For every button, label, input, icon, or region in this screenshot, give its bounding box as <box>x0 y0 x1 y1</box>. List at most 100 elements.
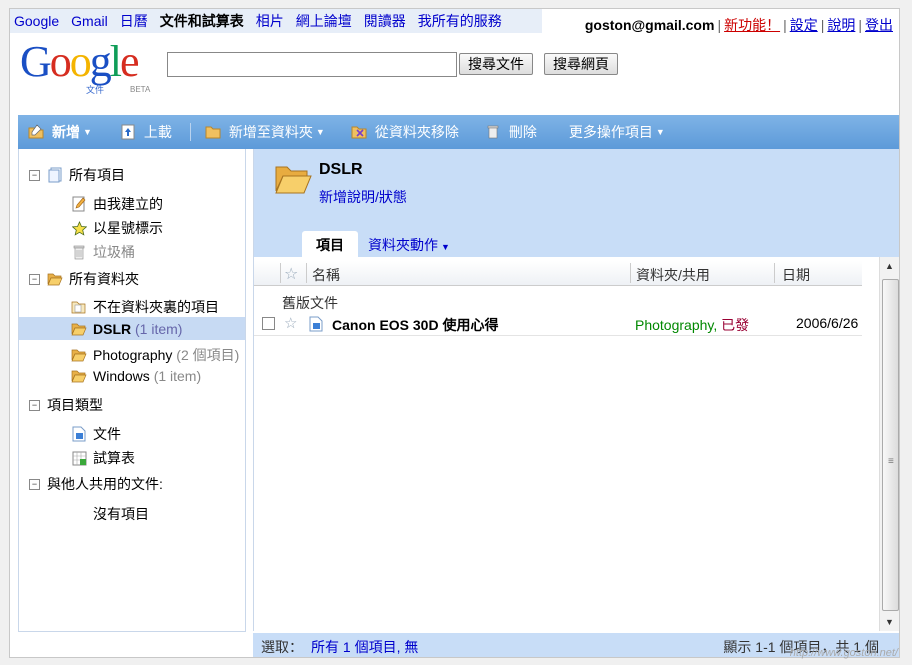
settings-link[interactable]: 設定 <box>790 17 818 33</box>
nav-all-services[interactable]: 我所有的服務 <box>418 11 502 31</box>
sidebar-folder-photography[interactable]: Photography (2 個項目) <box>71 345 239 365</box>
logo-beta: BETA <box>130 85 151 94</box>
search-web-button[interactable]: 搜尋網頁 <box>544 53 618 75</box>
select-links[interactable]: 所有 1 個項目, 無 <box>311 637 418 657</box>
document-name[interactable]: Canon EOS 30D 使用心得 <box>332 315 498 335</box>
nav-google[interactable]: Google <box>14 13 59 29</box>
open-folder-icon <box>71 347 87 363</box>
remove-from-folder-button[interactable]: 從資料夾移除 <box>351 122 459 142</box>
new-features-link[interactable]: 新功能！ <box>724 17 780 33</box>
upload-button[interactable]: 上載 <box>120 122 172 142</box>
toolbar: 新增 ▼ 上載 新增至資料夾 ▼ 從資料夾移除 刪除 更多操作項目 ▼ <box>18 115 899 149</box>
group-label: 舊版文件 <box>282 295 338 311</box>
sidebar-type-sheet[interactable]: 試算表 <box>71 448 135 468</box>
chevron-down-icon: ▼ <box>315 127 325 137</box>
add-to-folder-label: 新增至資料夾 <box>228 124 313 140</box>
column-name[interactable]: 名稱 <box>312 265 340 285</box>
sidebar-not-in-folder-label: 不在資料夾裏的項目 <box>93 299 219 315</box>
sidebar-no-items-label: 沒有項目 <box>93 506 149 522</box>
table-row[interactable]: ☆ Canon EOS 30D 使用心得 Photography, 已發 200… <box>254 313 862 336</box>
pencil-doc-icon <box>71 196 87 212</box>
tab-items[interactable]: 項目 <box>302 231 358 257</box>
scrollbar-thumb[interactable]: ≡ <box>882 279 899 611</box>
column-divider <box>280 263 281 283</box>
sidebar-folder-windows[interactable]: Windows (1 item) <box>71 368 201 384</box>
folder-header: DSLR 新增說明/狀態 項目 資料夾動作 ▼ <box>254 149 899 257</box>
trash-icon <box>485 124 501 140</box>
new-button[interactable]: 新增 ▼ <box>28 122 92 142</box>
column-date[interactable]: 日期 <box>782 265 810 285</box>
delete-button[interactable]: 刪除 <box>485 122 537 142</box>
sidebar-shared-label: 與他人共用的文件: <box>47 476 163 492</box>
search-input[interactable] <box>167 52 457 77</box>
user-email: goston@gmail.com <box>584 17 715 33</box>
nav-photos[interactable]: 相片 <box>256 11 284 31</box>
upload-icon <box>120 124 136 140</box>
upload-label: 上載 <box>143 124 172 140</box>
sidebar-created-by-me[interactable]: 由我建立的 <box>71 194 163 214</box>
sidebar-all-items-label: 所有項目 <box>69 167 125 183</box>
toolbar-divider <box>189 123 191 141</box>
sidebar-shared-with-others[interactable]: − 與他人共用的文件: <box>29 474 163 494</box>
collapse-toggle[interactable]: − <box>29 478 40 490</box>
sidebar-item-types[interactable]: − 項目類型 <box>29 395 103 415</box>
document-folder: Photography, 已發 <box>635 317 750 333</box>
sidebar-folder-dslr[interactable]: DSLR (1 item) <box>19 317 245 340</box>
sidebar-type-doc[interactable]: 文件 <box>71 424 121 444</box>
delete-label: 刪除 <box>508 124 537 140</box>
nav-groups[interactable]: 網上論壇 <box>296 11 352 31</box>
top-navigation: Google Gmail 日曆 文件和試算表 相片 網上論壇 閱讀器 我所有的服… <box>10 9 542 33</box>
google-docs-logo[interactable]: Google 文件 BETA <box>20 39 165 96</box>
collapse-toggle[interactable]: − <box>29 399 40 411</box>
star-icon[interactable]: ☆ <box>284 314 297 332</box>
nav-reader[interactable]: 閱讀器 <box>364 11 406 31</box>
folder-remove-icon <box>351 124 367 140</box>
grip-icon: ≡ <box>888 456 894 467</box>
trash-icon <box>71 244 87 260</box>
scroll-up-icon[interactable]: ▲ <box>885 261 894 271</box>
sidebar-created-by-me-label: 由我建立的 <box>93 196 163 212</box>
sidebar-type-doc-label: 文件 <box>93 426 121 442</box>
open-folder-icon <box>47 271 63 287</box>
collapse-toggle[interactable]: − <box>29 169 40 181</box>
column-folder-share[interactable]: 資料夾/共用 <box>636 265 710 285</box>
large-folder-icon <box>274 163 312 198</box>
nav-gmail[interactable]: Gmail <box>71 13 108 29</box>
sidebar-all-folders-label: 所有資料夾 <box>69 271 139 287</box>
open-folder-icon <box>71 368 87 384</box>
collapse-toggle[interactable]: − <box>29 273 40 285</box>
tab-folder-actions[interactable]: 資料夾動作 ▼ <box>368 235 450 255</box>
sidebar-all-folders[interactable]: − 所有資料夾 <box>29 269 139 289</box>
sidebar-trash[interactable]: 垃圾桶 <box>71 242 135 262</box>
vertical-scrollbar[interactable]: ▲ ≡ ▼ <box>879 257 899 631</box>
app-window: Google Gmail 日曆 文件和試算表 相片 網上論壇 閱讀器 我所有的服… <box>9 8 900 658</box>
folder-name: DSLR <box>93 320 132 337</box>
folder-name: Photography <box>93 347 173 363</box>
document-icon <box>309 316 323 335</box>
star-column-icon[interactable]: ☆ <box>284 264 298 284</box>
folder-name: Windows <box>93 368 150 384</box>
sidebar-starred-label: 以星號標示 <box>93 220 163 236</box>
more-actions-button[interactable]: 更多操作項目 ▼ <box>569 122 665 142</box>
folder-add-icon <box>205 124 221 140</box>
sidebar-item-types-label: 項目類型 <box>47 397 103 413</box>
add-to-folder-button[interactable]: 新增至資料夾 ▼ <box>205 122 325 142</box>
sidebar-not-in-folder[interactable]: 不在資料夾裏的項目 <box>71 297 219 317</box>
folder-count: (2 個項目) <box>176 347 240 363</box>
logo-sub: 文件 <box>86 85 105 95</box>
search-docs-button[interactable]: 搜尋文件 <box>459 53 533 75</box>
sidebar: − 所有項目 由我建立的 以星號標示 垃圾桶 − 所有資料夾 不在資料夾裏的項目… <box>18 149 246 632</box>
help-link[interactable]: 說明 <box>827 17 855 33</box>
add-description-link[interactable]: 新增說明/狀態 <box>319 187 407 207</box>
watermark: http://www.goston.net/ <box>789 647 898 659</box>
nav-calendar[interactable]: 日曆 <box>120 11 148 31</box>
sidebar-starred[interactable]: 以星號標示 <box>71 218 163 238</box>
nav-docs[interactable]: 文件和試算表 <box>160 11 244 31</box>
logout-link[interactable]: 登出 <box>865 17 893 33</box>
folder-tag[interactable]: Photography <box>635 317 713 333</box>
sidebar-all-items[interactable]: − 所有項目 <box>29 165 125 185</box>
new-label: 新增 <box>52 124 80 140</box>
row-checkbox[interactable] <box>262 317 275 330</box>
scroll-down-icon[interactable]: ▼ <box>885 617 894 627</box>
main-content: DSLR 新增說明/狀態 項目 資料夾動作 ▼ ☆ 名稱 資料夾/共用 日期 舊版… <box>253 149 899 631</box>
